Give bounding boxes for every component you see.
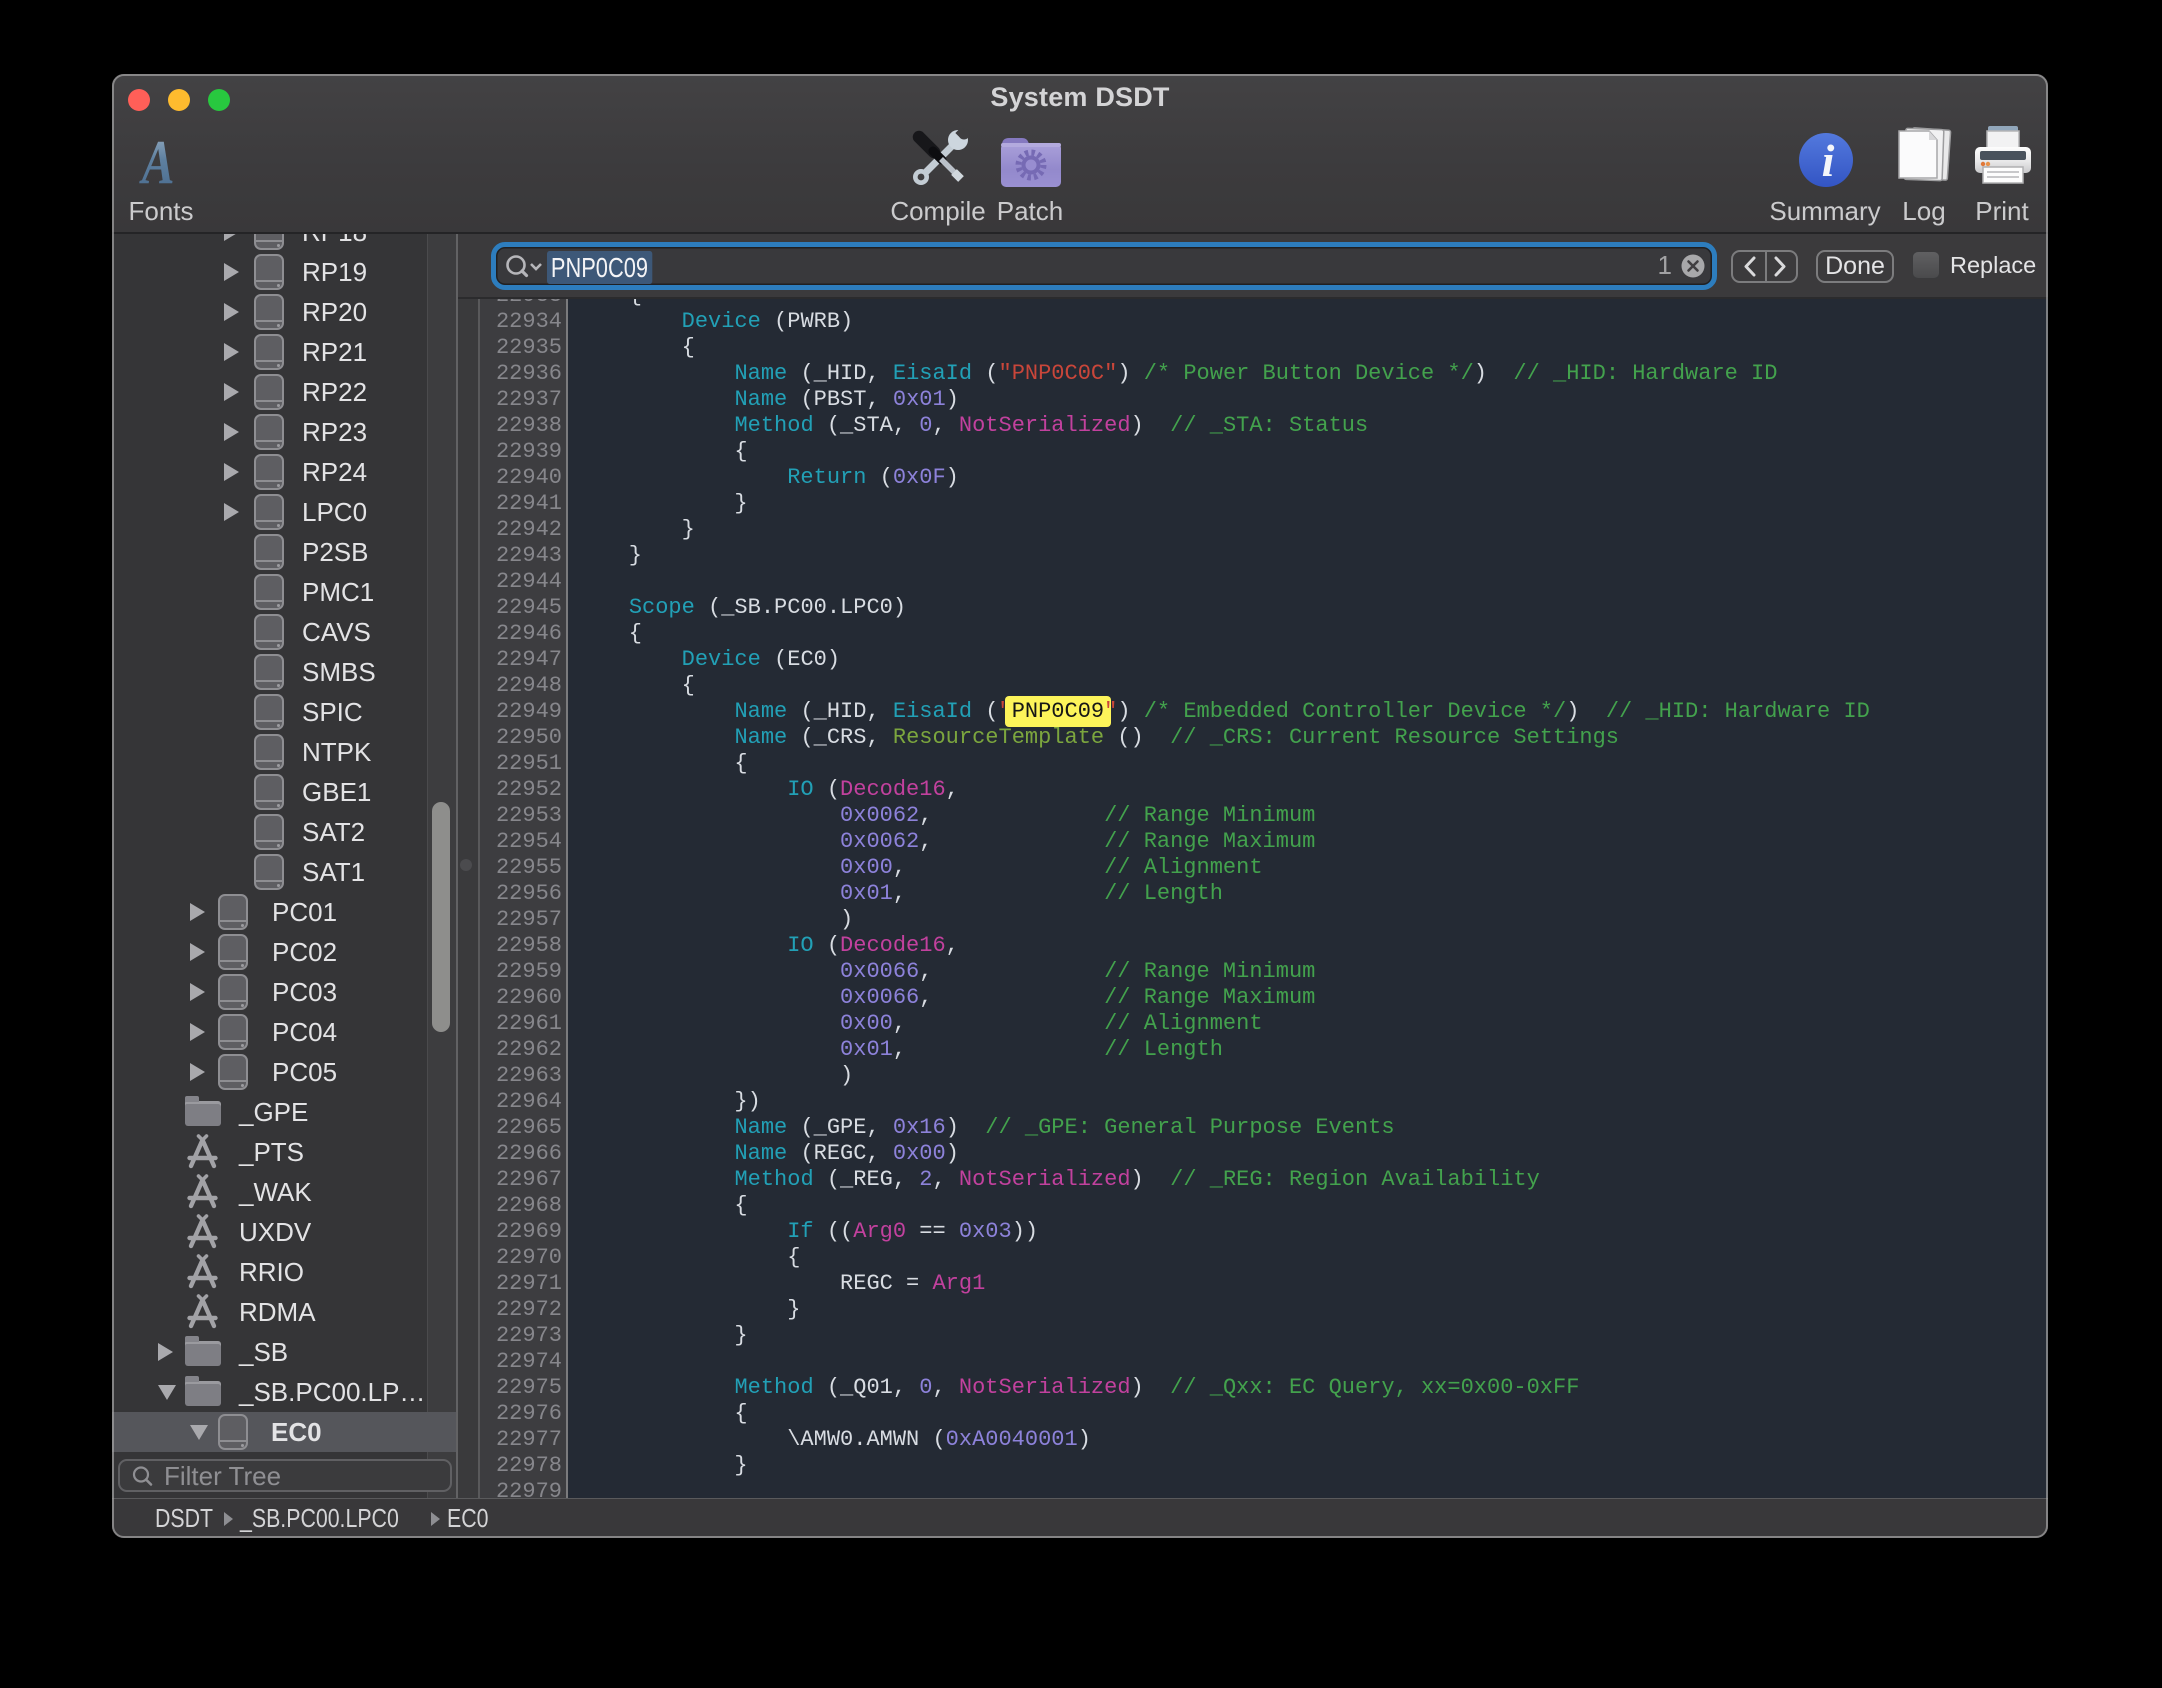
svg-text:A: A [139, 132, 174, 190]
svg-text:i: i [1822, 135, 1835, 186]
